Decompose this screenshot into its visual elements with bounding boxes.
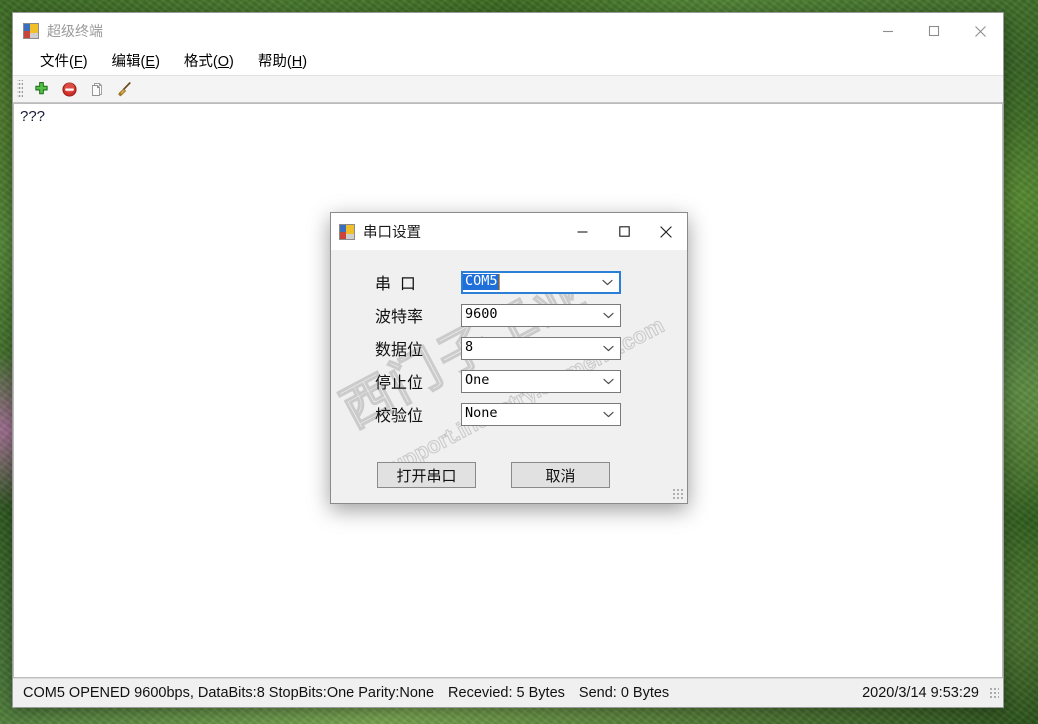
field-row-port: 串 口 COM5 xyxy=(331,266,687,298)
parity-combobox-value: None xyxy=(465,405,498,422)
menu-edit[interactable]: 编辑(E) xyxy=(101,52,171,73)
maximize-icon xyxy=(928,25,940,37)
chevron-down-icon[interactable] xyxy=(602,375,614,387)
dialog-titlebar[interactable]: 串口设置 xyxy=(331,213,687,250)
menu-edit-accel: E xyxy=(145,53,156,70)
menu-help-accel: H xyxy=(291,53,303,70)
status-connection: COM5 OPENED 9600bps, DataBits:8 StopBits… xyxy=(23,685,435,701)
baud-rate-combobox[interactable]: 9600 xyxy=(461,303,621,327)
red-stop-icon xyxy=(61,81,77,97)
minimize-icon xyxy=(883,30,893,33)
stop-bits-combobox-value: One xyxy=(465,372,490,389)
green-plus-icon xyxy=(34,81,48,94)
baud-rate-combobox-value: 9600 xyxy=(465,306,498,323)
field-row-data-bits: 数据位 8 xyxy=(331,332,687,364)
stop-bits-combobox[interactable]: One xyxy=(461,369,621,393)
menu-format-accel: O xyxy=(217,53,230,70)
stop-connection-button[interactable] xyxy=(56,77,82,101)
status-timestamp: 2020/3/14 9:53:29 xyxy=(862,685,979,701)
port-combobox-value: COM5 xyxy=(463,273,499,290)
toolbar-drag-grip[interactable] xyxy=(17,80,23,98)
menu-format-label: 格式 xyxy=(183,53,213,70)
data-bits-combobox-value: 8 xyxy=(465,339,474,356)
open-serial-port-button[interactable]: 打开串口 xyxy=(377,462,476,488)
chevron-down-icon[interactable] xyxy=(602,408,614,420)
chevron-down-icon[interactable] xyxy=(601,276,613,288)
toolbar xyxy=(13,75,1003,103)
serial-port-settings-dialog: 串口设置 西门子工业 support.i xyxy=(330,212,688,504)
copy-button[interactable] xyxy=(84,77,110,101)
dialog-minimize-button[interactable] xyxy=(561,213,603,250)
menu-help[interactable]: 帮助(H) xyxy=(247,52,318,73)
minimize-icon xyxy=(577,231,587,233)
label-parity: 校验位 xyxy=(375,408,424,425)
copy-pages-icon xyxy=(91,82,102,96)
minimize-button[interactable] xyxy=(865,13,911,49)
broom-icon xyxy=(118,82,131,97)
label-stop-bits: 停止位 xyxy=(375,375,424,392)
dialog-resize-grip[interactable] xyxy=(672,488,683,499)
menu-file-label: 文件 xyxy=(40,53,69,70)
settings-form: 串 口 COM5 波特率 9600 数据位 8 停止位 One 校验位 None… xyxy=(331,250,687,488)
close-button[interactable] xyxy=(957,13,1003,49)
statusbar: COM5 OPENED 9600bps, DataBits:8 StopBits… xyxy=(13,678,1003,707)
main-titlebar[interactable]: 超级终端 xyxy=(13,13,1003,49)
main-window-controls xyxy=(865,13,1003,49)
add-connection-button[interactable] xyxy=(28,77,54,101)
menubar: 文件(F) 编辑(E) 格式(O) 帮助(H) xyxy=(13,49,1003,75)
dialog-titlebar-left-group: 串口设置 xyxy=(331,221,421,242)
chevron-down-icon[interactable] xyxy=(602,342,614,354)
dialog-title: 串口设置 xyxy=(363,225,421,241)
parity-combobox[interactable]: None xyxy=(461,402,621,426)
dialog-maximize-button[interactable] xyxy=(603,213,645,250)
menu-file[interactable]: 文件(F) xyxy=(29,52,99,73)
menu-file-accel: F xyxy=(73,53,83,70)
field-row-baud-rate: 波特率 9600 xyxy=(331,299,687,331)
clear-button[interactable] xyxy=(112,77,138,101)
label-port: 串 口 xyxy=(375,276,416,293)
dialog-body: 西门子工业 support.industry.siemens.com 串 口 C… xyxy=(331,250,687,503)
dialog-button-row: 打开串口 取消 xyxy=(331,462,687,488)
app-window-icon xyxy=(339,223,355,240)
close-icon xyxy=(974,25,986,37)
menu-help-label: 帮助 xyxy=(257,53,287,70)
menu-format[interactable]: 格式(O) xyxy=(173,52,245,73)
maximize-button[interactable] xyxy=(911,13,957,49)
cancel-button[interactable]: 取消 xyxy=(511,462,610,488)
port-combobox[interactable]: COM5 xyxy=(461,270,621,294)
page-title: 超级终端 xyxy=(47,23,103,39)
titlebar-left-group: 超级终端 xyxy=(13,21,103,41)
app-window-icon xyxy=(23,23,39,39)
label-data-bits: 数据位 xyxy=(375,342,424,359)
field-row-stop-bits: 停止位 One xyxy=(331,365,687,397)
status-received: Recevied: 5 Bytes xyxy=(448,685,565,701)
label-baud-rate: 波特率 xyxy=(375,309,424,326)
window-resize-grip[interactable] xyxy=(989,687,999,699)
maximize-icon xyxy=(618,226,630,237)
dialog-close-button[interactable] xyxy=(645,213,687,250)
field-row-parity: 校验位 None xyxy=(331,398,687,430)
data-bits-combobox[interactable]: 8 xyxy=(461,336,621,360)
dialog-window-controls xyxy=(561,213,687,250)
chevron-down-icon[interactable] xyxy=(602,309,614,321)
close-icon xyxy=(660,225,672,238)
status-sent: Send: 0 Bytes xyxy=(578,685,670,701)
menu-edit-label: 编辑 xyxy=(111,53,141,70)
